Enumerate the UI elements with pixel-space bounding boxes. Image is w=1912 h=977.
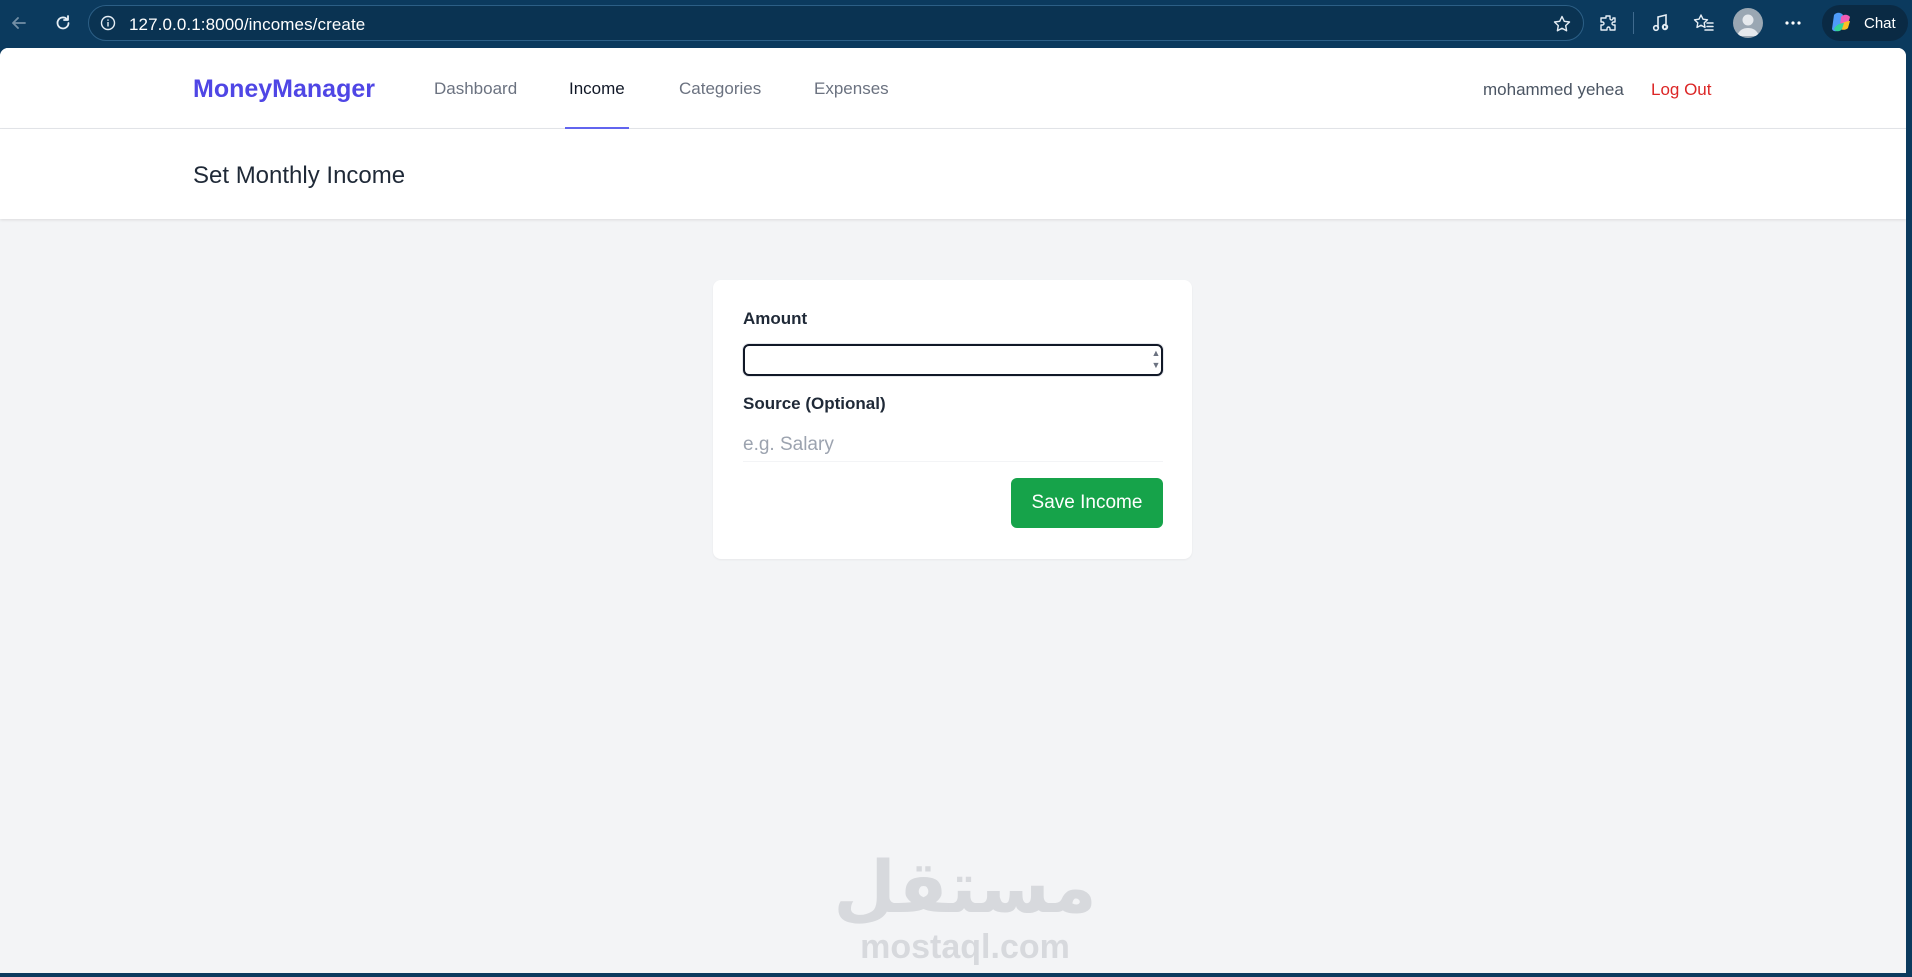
amount-spinner[interactable]: ▲ ▼: [1150, 348, 1162, 370]
avatar[interactable]: [1733, 8, 1763, 38]
watermark-arabic: مستقل: [833, 848, 1097, 928]
copilot-icon: [1832, 12, 1850, 32]
brand-logo[interactable]: MoneyManager: [193, 75, 375, 104]
reload-icon[interactable]: [48, 8, 78, 38]
spin-up-icon[interactable]: ▲: [1152, 348, 1161, 358]
amount-input[interactable]: [743, 344, 1163, 376]
star-list-icon[interactable]: [1689, 8, 1719, 38]
nav-categories[interactable]: Categories: [679, 48, 761, 129]
app-navbar: MoneyManager Dashboard Income Categories…: [0, 48, 1906, 129]
toolbar-divider: [1633, 12, 1634, 34]
user-name[interactable]: mohammed yehea: [1483, 80, 1624, 100]
spin-down-icon[interactable]: ▼: [1152, 360, 1161, 370]
address-url[interactable]: 127.0.0.1:8000/incomes/create: [129, 15, 365, 35]
nav-income[interactable]: Income: [565, 48, 629, 129]
info-icon[interactable]: [99, 14, 117, 32]
save-income-button[interactable]: Save Income: [1011, 478, 1163, 528]
source-input[interactable]: [743, 428, 1163, 462]
back-icon[interactable]: [4, 8, 34, 38]
music-note-icon[interactable]: [1646, 8, 1676, 38]
page-title: Set Monthly Income: [193, 162, 406, 189]
source-label: Source (Optional): [743, 394, 886, 413]
income-form: Amount ▲ ▼ Source (Optional) Save Income: [713, 280, 1192, 559]
page-header: Set Monthly Income: [0, 129, 1906, 219]
watermark-latin: mostaql.com: [860, 928, 1070, 966]
browser-toolbar: 127.0.0.1:8000/incomes/create Chat: [0, 0, 1912, 46]
puzzle-icon[interactable]: [1593, 8, 1623, 38]
star-icon[interactable]: [1547, 9, 1577, 39]
amount-label: Amount: [743, 309, 808, 328]
nav-dashboard[interactable]: Dashboard: [434, 48, 517, 129]
chat-button[interactable]: Chat: [1822, 5, 1908, 41]
chat-label: Chat: [1864, 14, 1896, 32]
address-bar[interactable]: 127.0.0.1:8000/incomes/create: [88, 5, 1584, 41]
ellipsis-icon[interactable]: [1778, 8, 1808, 38]
app-viewport: MoneyManager Dashboard Income Categories…: [0, 48, 1906, 973]
nav-expenses[interactable]: Expenses: [814, 48, 889, 129]
logout-link[interactable]: Log Out: [1651, 80, 1712, 100]
watermark: مستقل mostaql.com: [790, 848, 1140, 966]
